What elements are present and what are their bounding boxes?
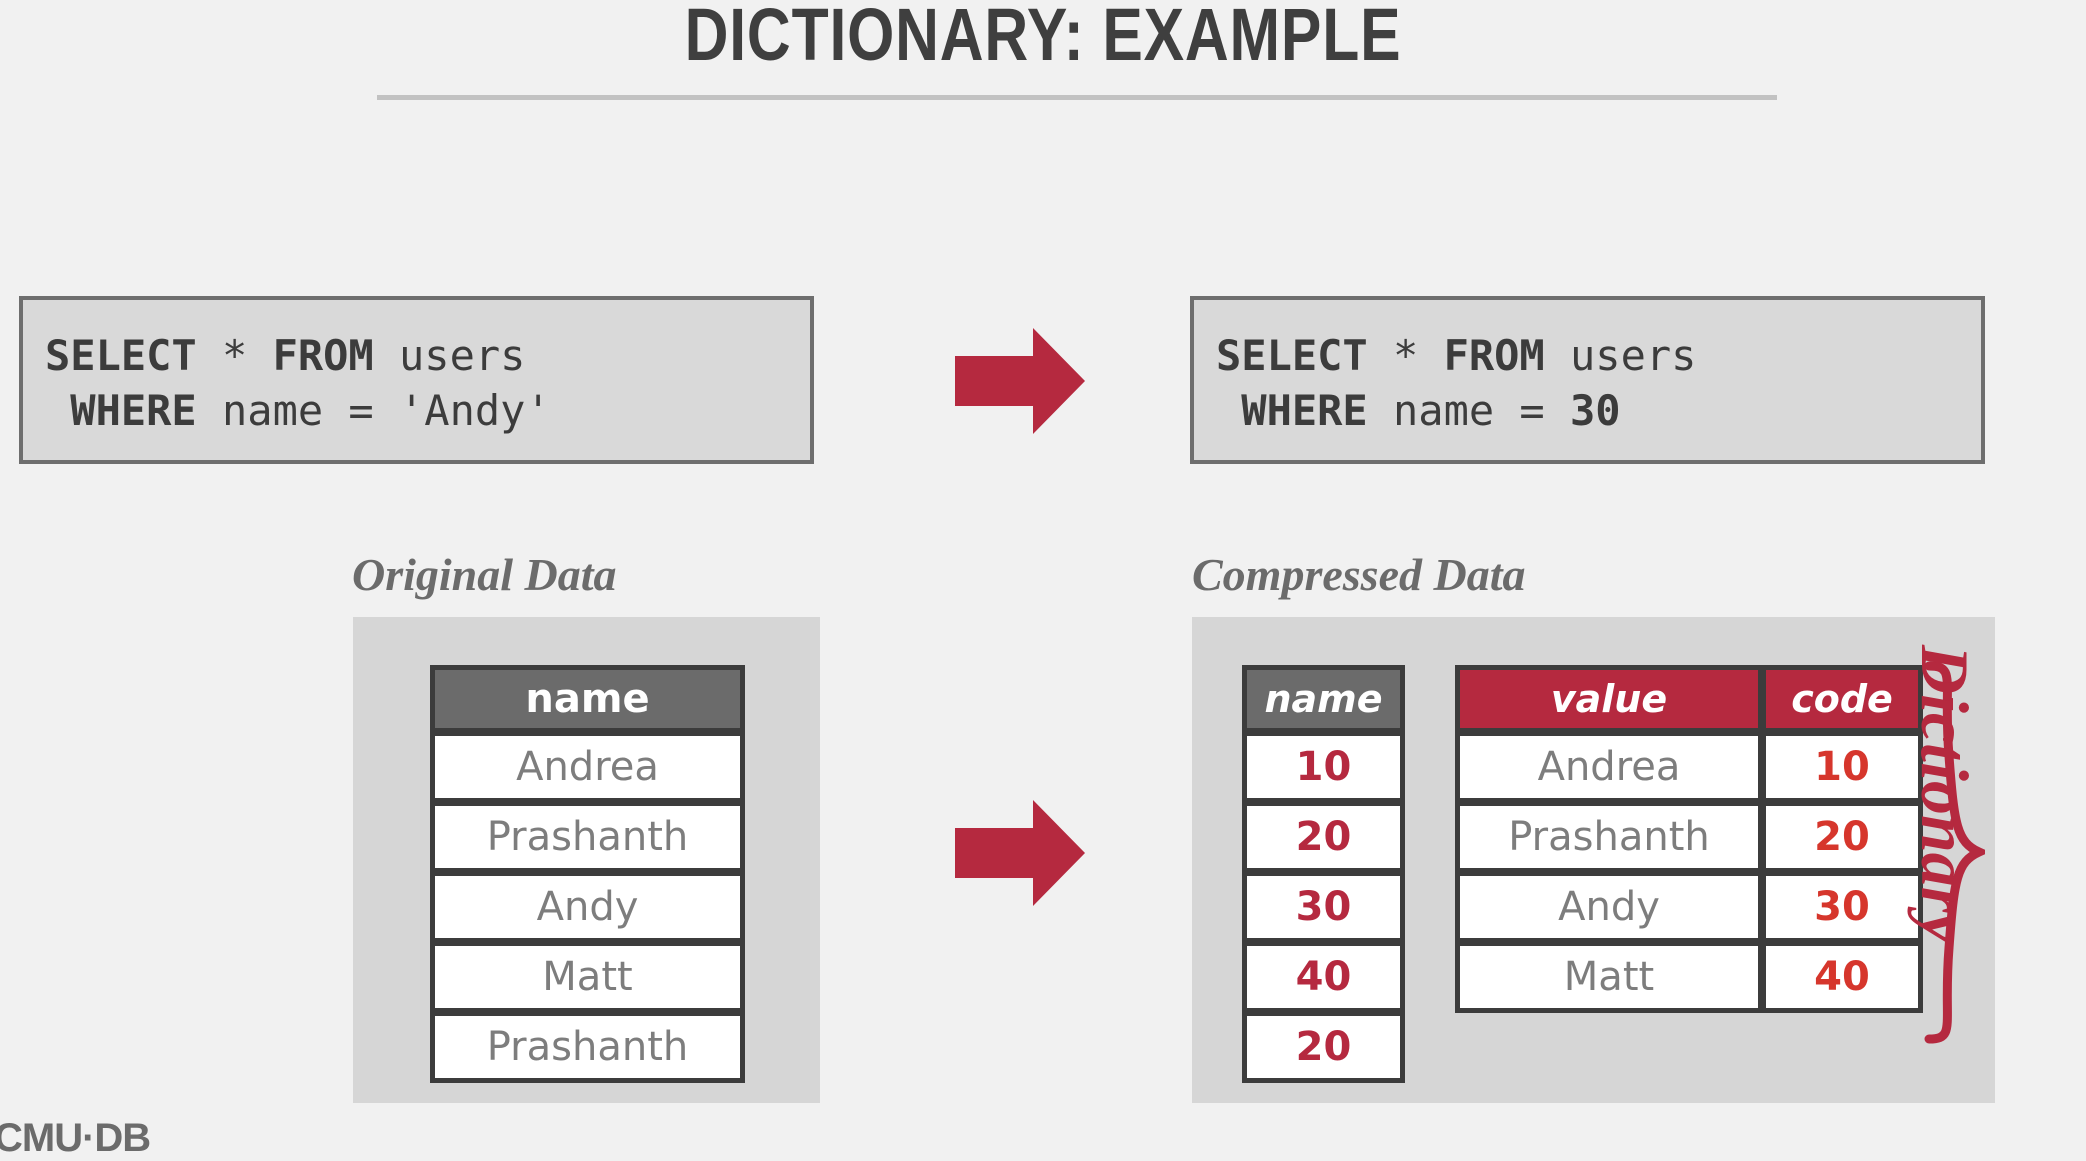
table-row: 30 xyxy=(1242,873,1405,943)
table-row: Andrea 10 xyxy=(1455,733,1923,803)
sql-keyword-select: SELECT xyxy=(1216,331,1368,380)
title-divider xyxy=(377,95,1777,100)
cell-value: Prashanth xyxy=(1455,803,1763,873)
dictionary-label: Dictionary xyxy=(1907,645,1983,944)
cell-code: 40 xyxy=(1242,943,1405,1013)
sql-keyword-from: FROM xyxy=(272,331,374,380)
column-header-code: code xyxy=(1763,665,1923,733)
cell-code: 20 xyxy=(1242,803,1405,873)
table-row: Prashanth xyxy=(430,1013,745,1083)
cell-code: 30 xyxy=(1763,873,1923,943)
cell-code: 40 xyxy=(1763,943,1923,1013)
table-dictionary: value code Andrea 10 Prashanth 20 Andy 3… xyxy=(1455,665,1923,1013)
cell-code: 30 xyxy=(1242,873,1405,943)
sql-query-compressed: SELECT * FROM users WHERE name = 30 xyxy=(1190,296,1985,464)
table-row: Andy xyxy=(430,873,745,943)
table-original-data: name Andrea Prashanth Andy Matt Prashant… xyxy=(430,665,745,1083)
table-header-row: name xyxy=(430,665,745,733)
caption-original-data: Original Data xyxy=(352,549,617,600)
table-row: Andrea xyxy=(430,733,745,803)
right-arrow-icon xyxy=(955,328,1085,434)
table-compressed-name: name 10 20 30 40 20 xyxy=(1242,665,1405,1083)
table-row: Andy 30 xyxy=(1455,873,1923,943)
cell-code: 10 xyxy=(1763,733,1923,803)
cell-value: Matt xyxy=(1455,943,1763,1013)
sql-keyword-where: WHERE xyxy=(45,386,197,436)
cell-name: Prashanth xyxy=(430,1013,745,1083)
sql-keyword-select: SELECT xyxy=(45,331,197,380)
cell-name: Andrea xyxy=(430,733,745,803)
table-row: Prashanth xyxy=(430,803,745,873)
table-row: 20 xyxy=(1242,803,1405,873)
cell-name: Matt xyxy=(430,943,745,1013)
cell-value: Andrea xyxy=(1455,733,1763,803)
sql-star: * xyxy=(196,331,273,380)
page-title: DICTIONARY: EXAMPLE xyxy=(684,0,1402,76)
sql-column-name: name = xyxy=(1367,386,1571,436)
sql-query-original: SELECT * FROM users WHERE name = 'Andy' xyxy=(19,296,814,464)
table-row: 40 xyxy=(1242,943,1405,1013)
cell-code: 20 xyxy=(1763,803,1923,873)
table-row: 10 xyxy=(1242,733,1405,803)
cell-name: Andy xyxy=(430,873,745,943)
sql-line-2: WHERE name = 30 xyxy=(1216,383,1981,438)
caption-compressed-data: Compressed Data xyxy=(1192,549,1526,600)
sql-keyword-from: FROM xyxy=(1443,331,1545,380)
table-header-row: name xyxy=(1242,665,1405,733)
table-header-row: value code xyxy=(1455,665,1923,733)
column-header-name: name xyxy=(430,665,745,733)
table-row: 20 xyxy=(1242,1013,1405,1083)
sql-line-1: SELECT * FROM users xyxy=(45,328,810,383)
table-row: Matt xyxy=(430,943,745,1013)
cell-code: 20 xyxy=(1242,1013,1405,1083)
sql-line-1: SELECT * FROM users xyxy=(1216,328,1981,383)
sql-predicate: name = 'Andy' xyxy=(196,386,551,436)
cell-code: 10 xyxy=(1242,733,1405,803)
cell-name: Prashanth xyxy=(430,803,745,873)
sql-keyword-where: WHERE xyxy=(1216,386,1368,436)
sql-line-2: WHERE name = 'Andy' xyxy=(45,383,810,438)
table-row: Matt 40 xyxy=(1455,943,1923,1013)
cell-value: Andy xyxy=(1455,873,1763,943)
column-header-name: name xyxy=(1242,665,1405,733)
cmu-db-logo: CMU·DB xyxy=(0,1116,151,1160)
sql-table-name: users xyxy=(1544,331,1697,380)
right-arrow-icon xyxy=(955,800,1085,906)
sql-table-name: users xyxy=(373,331,526,380)
sql-code-value: 30 xyxy=(1570,386,1621,436)
column-header-value: value xyxy=(1455,665,1763,733)
sql-star: * xyxy=(1367,331,1444,380)
table-row: Prashanth 20 xyxy=(1455,803,1923,873)
